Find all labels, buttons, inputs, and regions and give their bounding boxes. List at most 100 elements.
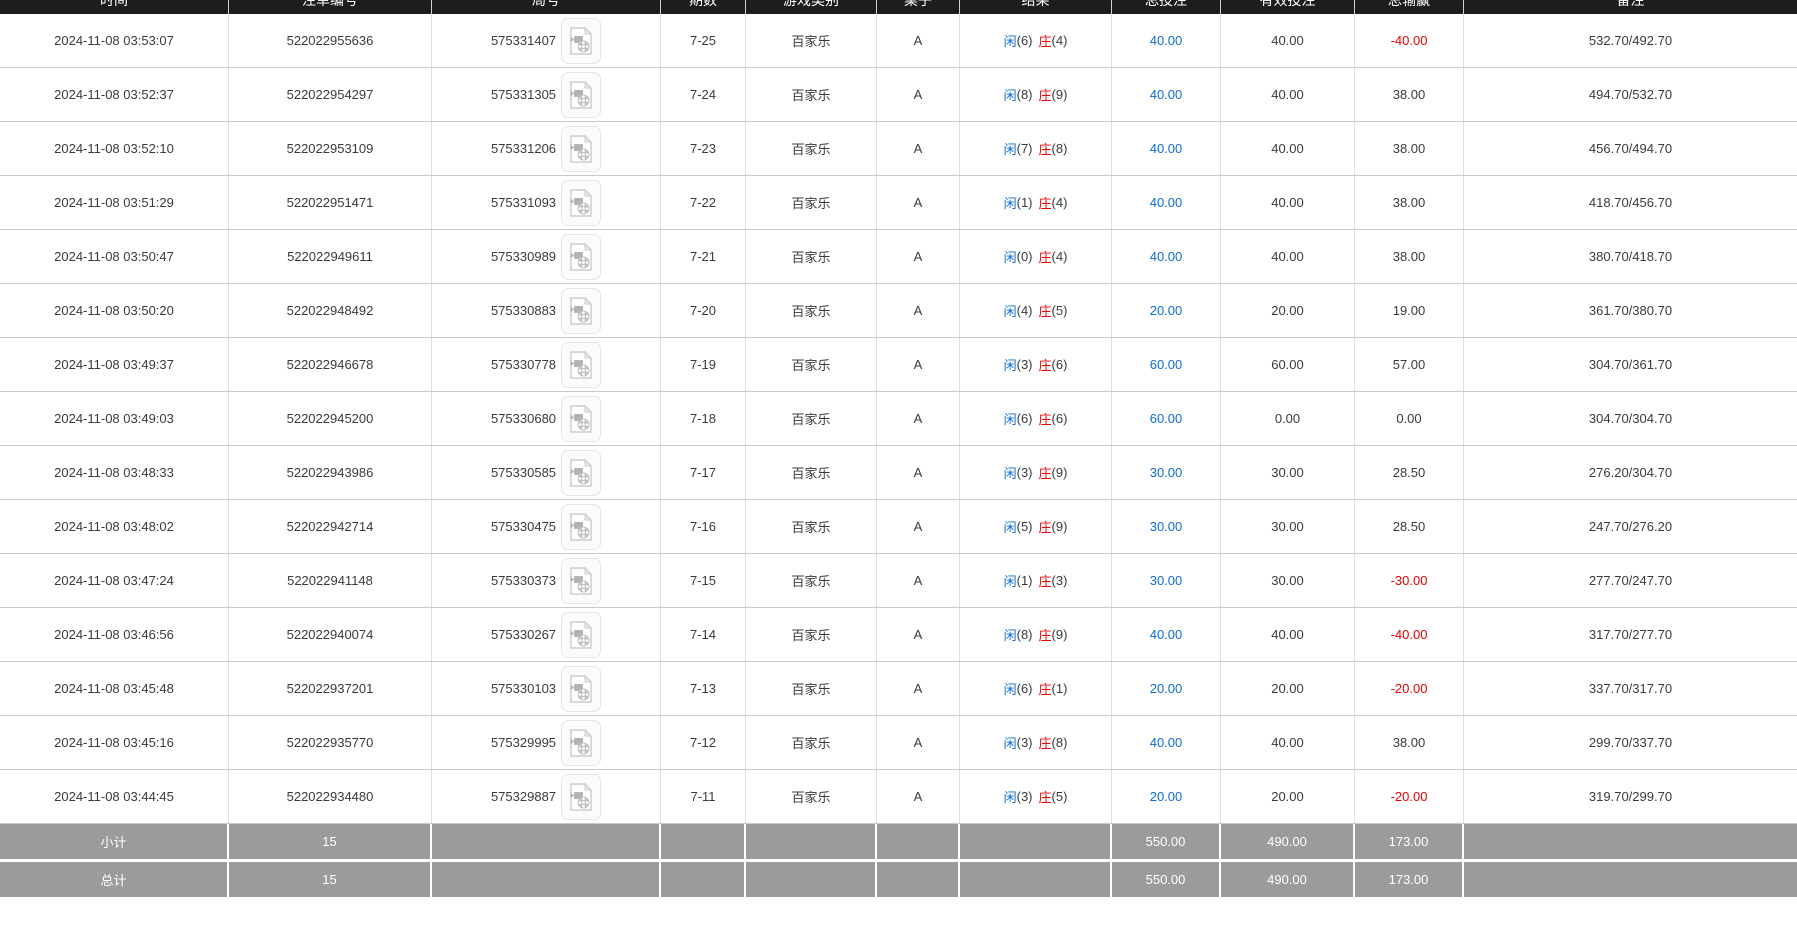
video-icon[interactable] (561, 180, 601, 226)
cell-result: 闲(3) 庄(9) (960, 446, 1112, 499)
video-icon[interactable] (561, 342, 601, 388)
result-banker-label: 庄 (1039, 787, 1052, 806)
cell-period: 7-22 (661, 176, 746, 229)
cell-total-bet[interactable]: 40.00 (1112, 122, 1221, 175)
cell-total-bet[interactable]: 40.00 (1112, 14, 1221, 67)
cell-time: 2024-11-08 03:48:33 (0, 446, 229, 499)
cell-remark: 418.70/456.70 (1464, 176, 1797, 229)
cell-game-type: 百家乐 (746, 284, 877, 337)
cell-total-bet[interactable]: 60.00 (1112, 392, 1221, 445)
video-icon[interactable] (561, 126, 601, 172)
video-icon[interactable] (561, 396, 601, 442)
video-icon[interactable] (561, 612, 601, 658)
cell-game-id: 575331093 (432, 176, 661, 229)
cell-total-bet[interactable]: 60.00 (1112, 338, 1221, 391)
result-player-label: 闲 (1004, 733, 1017, 752)
cell-total-bet[interactable]: 30.00 (1112, 446, 1221, 499)
cell-bet-id: 522022951471 (229, 176, 432, 229)
video-icon[interactable] (561, 72, 601, 118)
summary-count: 15 (229, 824, 432, 859)
cell-total-bet[interactable]: 20.00 (1112, 770, 1221, 823)
cell-total-bet[interactable]: 20.00 (1112, 662, 1221, 715)
table-row: 2024-11-08 03:46:56 522022940074 5753302… (0, 608, 1797, 662)
cell-game-id: 575330267 (432, 608, 661, 661)
column-header-win-loss: 总输赢 (1355, 0, 1464, 14)
video-icon[interactable] (561, 558, 601, 604)
result-banker-label: 庄 (1039, 463, 1052, 482)
cell-table: A (877, 392, 960, 445)
cell-win-loss: -20.00 (1355, 770, 1464, 823)
cell-total-bet[interactable]: 30.00 (1112, 554, 1221, 607)
game-id-text: 575330989 (491, 249, 556, 264)
column-header-game-id: 局号 (432, 0, 661, 14)
cell-bet-id: 522022955636 (229, 14, 432, 67)
result-player-score: (6) (1017, 33, 1033, 48)
result-player-score: (6) (1017, 681, 1033, 696)
result-banker-label: 庄 (1039, 139, 1052, 158)
cell-win-loss: 28.50 (1355, 446, 1464, 499)
video-icon[interactable] (561, 720, 601, 766)
summary-row: 总计 15 550.00 490.00 173.00 (0, 862, 1797, 897)
cell-valid-bet: 20.00 (1221, 770, 1355, 823)
cell-result: 闲(3) 庄(5) (960, 770, 1112, 823)
cell-valid-bet: 40.00 (1221, 68, 1355, 121)
column-header-table: 桌子 (877, 0, 960, 14)
cell-game-type: 百家乐 (746, 446, 877, 499)
cell-period: 7-19 (661, 338, 746, 391)
cell-remark: 277.70/247.70 (1464, 554, 1797, 607)
result-player-label: 闲 (1004, 679, 1017, 698)
cell-result: 闲(8) 庄(9) (960, 608, 1112, 661)
cell-remark: 532.70/492.70 (1464, 14, 1797, 67)
cell-game-type: 百家乐 (746, 716, 877, 769)
result-player-score: (7) (1017, 141, 1033, 156)
cell-win-loss: 19.00 (1355, 284, 1464, 337)
video-icon[interactable] (561, 666, 601, 712)
game-id-text: 575330475 (491, 519, 556, 534)
cell-result: 闲(5) 庄(9) (960, 500, 1112, 553)
cell-time: 2024-11-08 03:49:37 (0, 338, 229, 391)
cell-table: A (877, 446, 960, 499)
cell-total-bet[interactable]: 40.00 (1112, 230, 1221, 283)
game-id-text: 575331206 (491, 141, 556, 156)
cell-game-type: 百家乐 (746, 770, 877, 823)
cell-result: 闲(3) 庄(8) (960, 716, 1112, 769)
cell-result: 闲(8) 庄(9) (960, 68, 1112, 121)
cell-remark: 494.70/532.70 (1464, 68, 1797, 121)
game-id-text: 575331305 (491, 87, 556, 102)
video-icon[interactable] (561, 18, 601, 64)
result-player-label: 闲 (1004, 625, 1017, 644)
result-banker-label: 庄 (1039, 193, 1052, 212)
cell-bet-id: 522022941148 (229, 554, 432, 607)
table-summary: 小计 15 550.00 490.00 173.00 总计 15 550.00 … (0, 824, 1797, 897)
cell-total-bet[interactable]: 40.00 (1112, 608, 1221, 661)
cell-period: 7-21 (661, 230, 746, 283)
video-icon[interactable] (561, 504, 601, 550)
result-banker-score: (4) (1052, 249, 1068, 264)
result-banker-score: (5) (1052, 789, 1068, 804)
video-icon[interactable] (561, 774, 601, 820)
cell-total-bet[interactable]: 30.00 (1112, 500, 1221, 553)
summary-count: 15 (229, 862, 432, 897)
cell-remark: 361.70/380.70 (1464, 284, 1797, 337)
table-row: 2024-11-08 03:52:37 522022954297 5753313… (0, 68, 1797, 122)
summary-win-loss: 173.00 (1355, 824, 1464, 859)
cell-table: A (877, 662, 960, 715)
result-banker-label: 庄 (1039, 31, 1052, 50)
video-icon[interactable] (561, 288, 601, 334)
cell-valid-bet: 40.00 (1221, 716, 1355, 769)
bet-history-screen: 时间 注单编号 局号 期数 游戏类别 桌子 结果 总投注 有效投注 总输赢 备注… (0, 0, 1797, 934)
cell-table: A (877, 122, 960, 175)
cell-game-id: 575329887 (432, 770, 661, 823)
video-icon[interactable] (561, 234, 601, 280)
cell-table: A (877, 176, 960, 229)
cell-valid-bet: 40.00 (1221, 122, 1355, 175)
game-id-text: 575330267 (491, 627, 556, 642)
video-icon[interactable] (561, 450, 601, 496)
result-banker-score: (4) (1052, 195, 1068, 210)
cell-period: 7-25 (661, 14, 746, 67)
cell-table: A (877, 716, 960, 769)
cell-total-bet[interactable]: 20.00 (1112, 284, 1221, 337)
cell-total-bet[interactable]: 40.00 (1112, 716, 1221, 769)
cell-total-bet[interactable]: 40.00 (1112, 176, 1221, 229)
cell-total-bet[interactable]: 40.00 (1112, 68, 1221, 121)
